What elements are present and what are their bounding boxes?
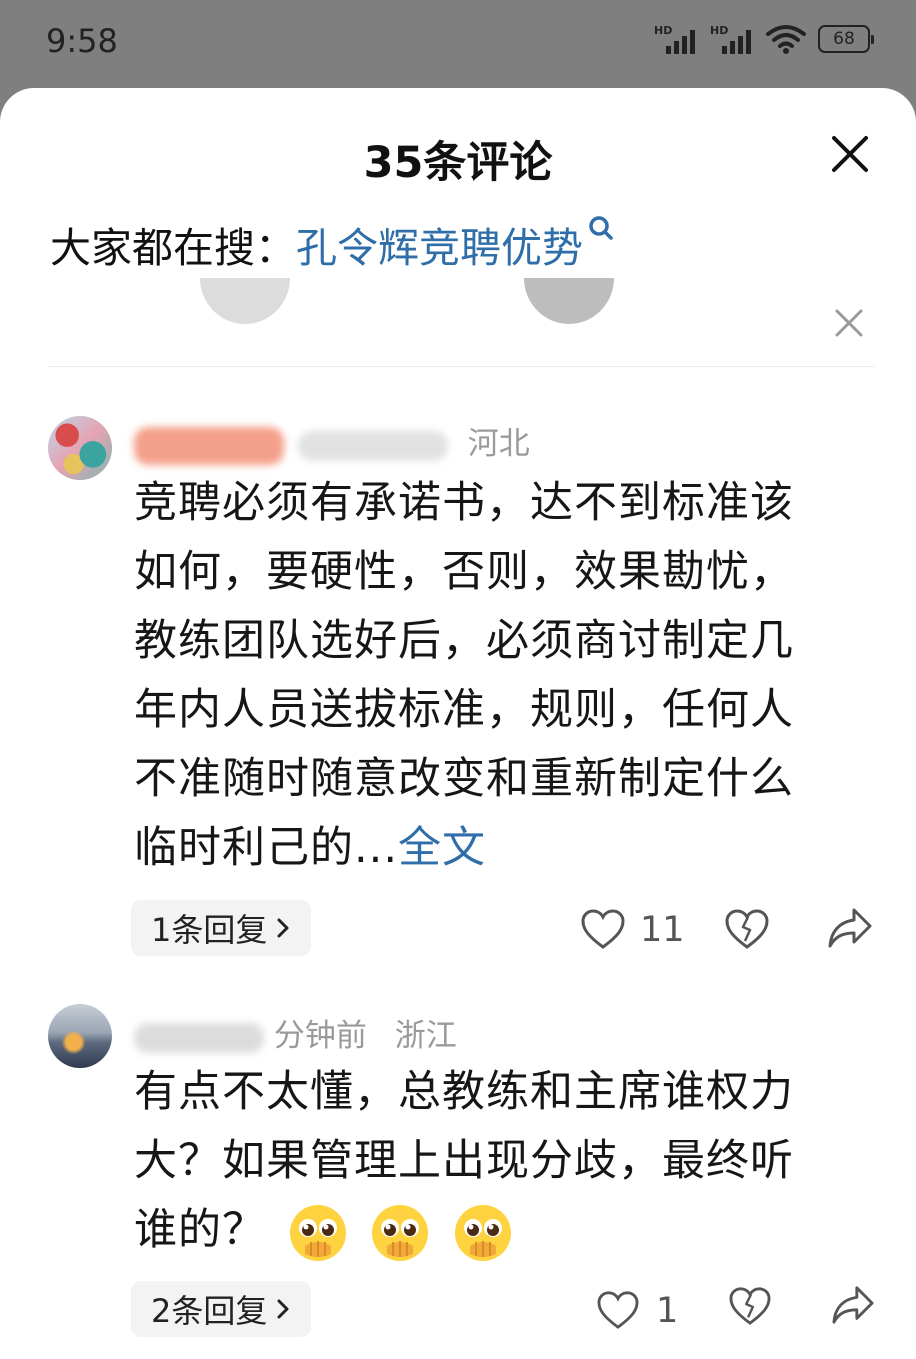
comment-meta: 河北 — [134, 418, 530, 465]
dislike-icon[interactable] — [724, 908, 770, 950]
close-button[interactable] — [828, 132, 872, 176]
status-time: 9:58 — [46, 22, 118, 60]
banner-image-right — [524, 278, 614, 324]
like-icon[interactable] — [580, 908, 626, 950]
close-icon — [835, 309, 863, 337]
view-replies-button[interactable]: 1条回复 — [131, 900, 312, 956]
share-icon[interactable] — [830, 1284, 876, 1326]
view-replies-button[interactable]: 2条回复 — [131, 1281, 312, 1337]
reply-count-label: 1条回复 — [151, 911, 268, 949]
comment-time: 分钟前 — [273, 1018, 367, 1054]
like-icon[interactable] — [596, 1290, 640, 1330]
hot-search-label: 大家都在搜： — [50, 224, 296, 272]
pleading-face-icon — [455, 1204, 512, 1261]
hot-search-bar: 大家都在搜：孔令辉竞聘优势 — [50, 214, 615, 274]
like-count: 1 — [656, 1291, 679, 1331]
username-blurred[interactable] — [134, 1022, 264, 1053]
status-icons: HD HD 68 — [654, 24, 874, 54]
comment-text[interactable]: 竞聘必须有承诺书，达不到标准该 如何，要硬性，否则，效果勘忧， 教练团队选好后，… — [134, 469, 874, 883]
chevron-right-icon — [277, 1299, 289, 1319]
share-icon[interactable] — [826, 906, 874, 950]
close-icon — [832, 136, 868, 172]
comment-meta: 分钟前 浙江 — [134, 1010, 457, 1055]
username-blurred[interactable] — [134, 426, 284, 465]
pleading-face-icon — [289, 1204, 346, 1261]
hot-search-link[interactable]: 孔令辉竞聘优势 — [296, 224, 583, 272]
full-text-link[interactable]: 全文 — [398, 823, 486, 873]
pleading-face-icon — [372, 1204, 429, 1261]
banner-image-left — [200, 278, 290, 324]
status-bar: 9:58 HD HD 68 — [0, 0, 916, 88]
comments-sheet: 35条评论 大家都在搜：孔令辉竞聘优势 河北 竞聘必须有承诺书，达不到标准该 如… — [0, 88, 916, 1359]
cellular-signal-icon: HD — [654, 24, 698, 54]
search-icon[interactable] — [585, 214, 615, 244]
battery-indicator: 68 — [818, 25, 874, 53]
time-blurred — [297, 430, 448, 461]
banner-close-button[interactable] — [832, 306, 866, 340]
wifi-icon — [766, 25, 806, 54]
cellular-signal-icon: HD — [710, 24, 754, 54]
avatar[interactable] — [48, 1004, 112, 1068]
dislike-icon[interactable] — [728, 1286, 772, 1326]
comment-location: 浙江 — [394, 1018, 457, 1054]
like-count: 11 — [640, 910, 685, 950]
avatar[interactable] — [48, 416, 112, 480]
comment-location: 河北 — [467, 426, 530, 462]
reply-count-label: 2条回复 — [151, 1292, 268, 1330]
sheet-title: 35条评论 — [363, 138, 553, 188]
chevron-right-icon — [277, 918, 289, 938]
divider — [48, 366, 874, 367]
comment-text[interactable]: 有点不太懂，总教练和主席谁权力 大？如果管理上出现分歧，最终听 谁的？ — [134, 1058, 874, 1265]
